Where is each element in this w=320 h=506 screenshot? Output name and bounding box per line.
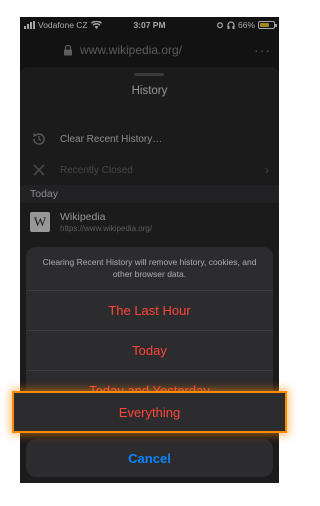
today-button[interactable]: Today: [26, 331, 273, 371]
cancel-button[interactable]: Cancel: [26, 439, 273, 477]
bottom-toolbar: [20, 477, 279, 483]
last-hour-button[interactable]: The Last Hour: [26, 291, 273, 331]
everything-button[interactable]: Everything: [12, 391, 287, 433]
action-sheet-message: Clearing Recent History will remove hist…: [26, 247, 273, 291]
